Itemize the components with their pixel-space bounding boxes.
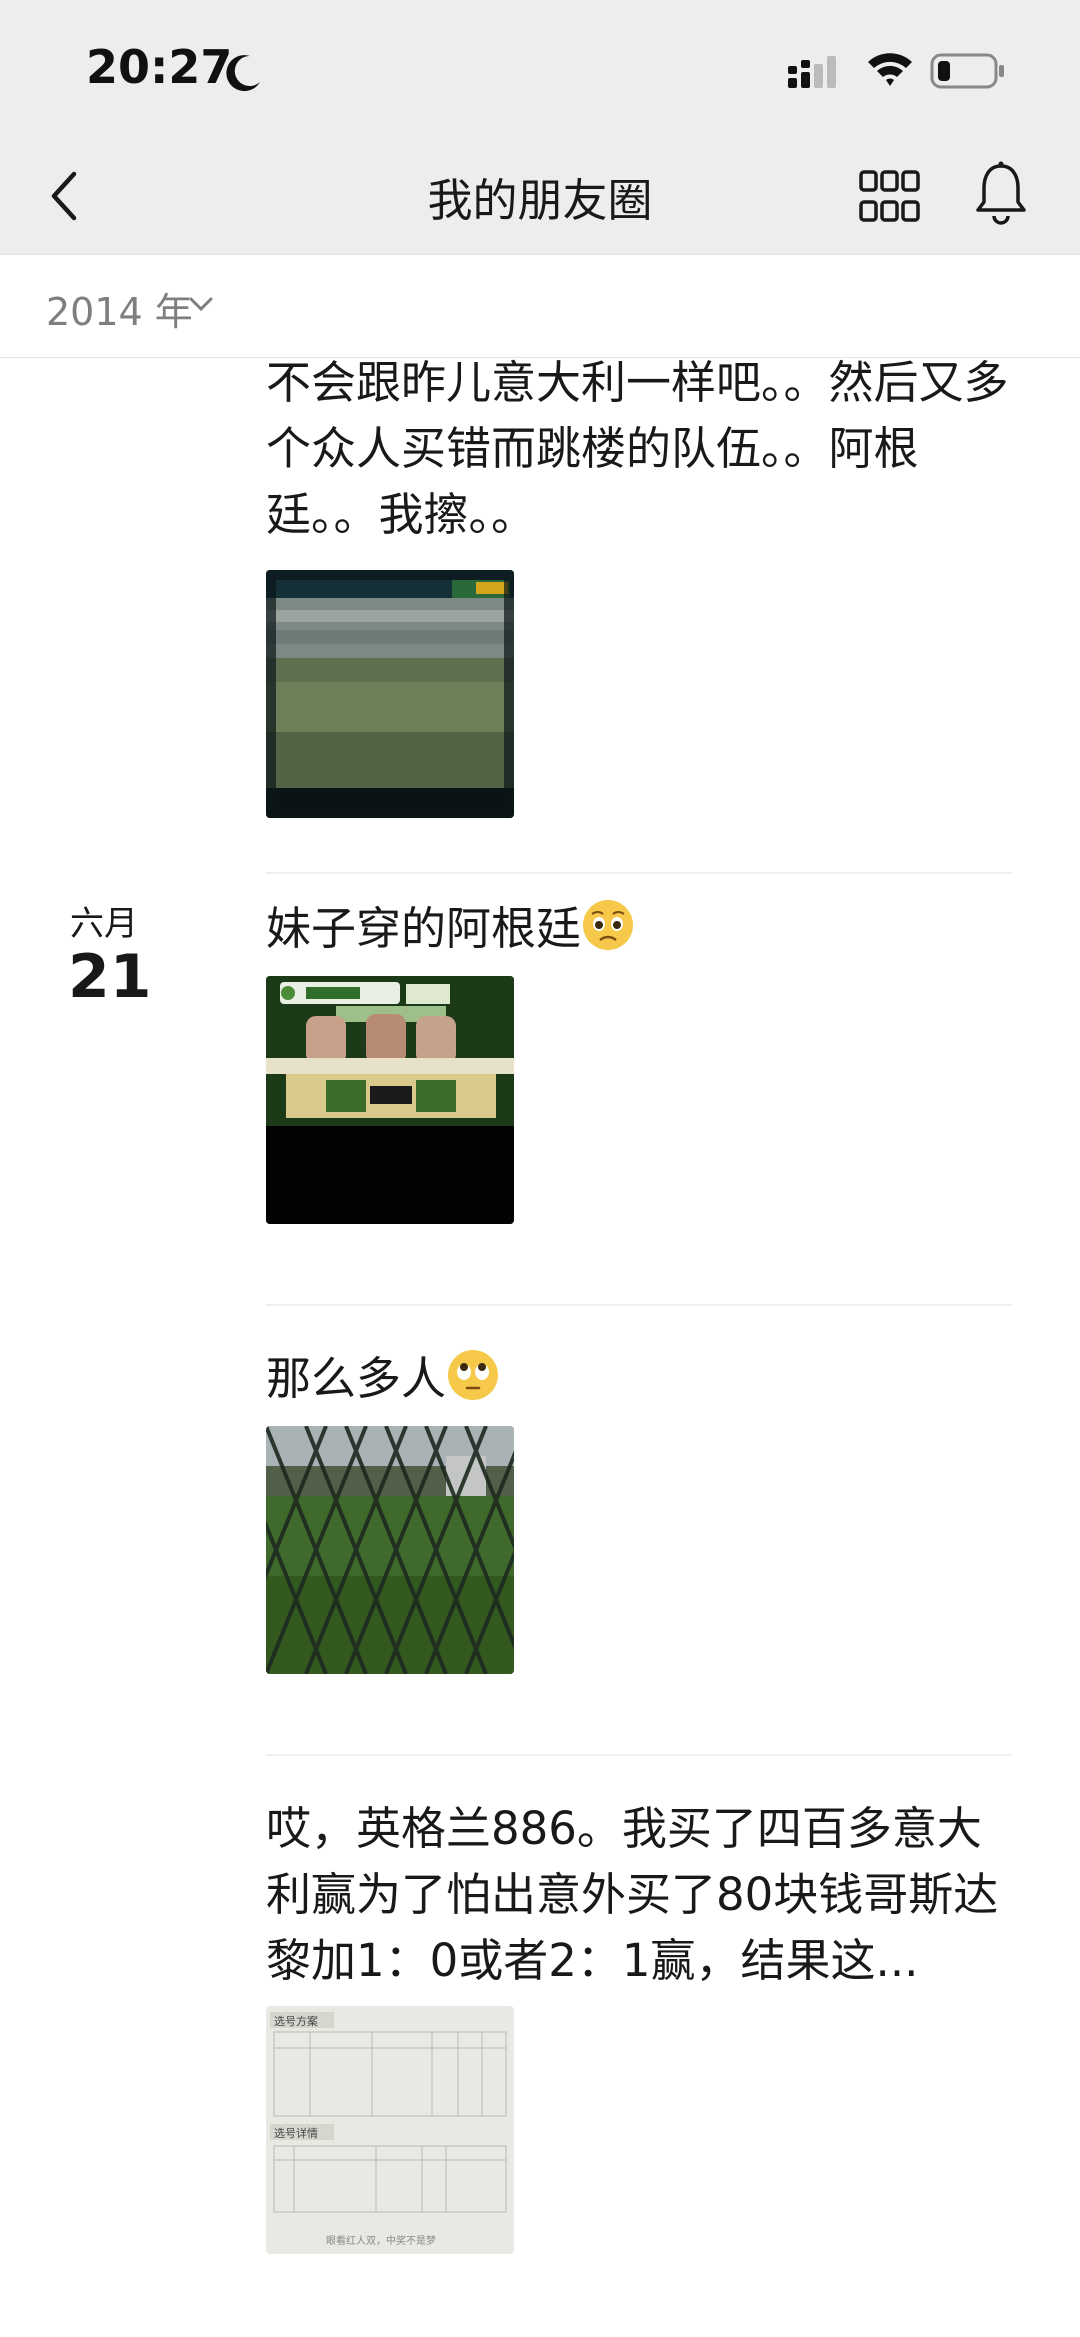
date-day: 21	[68, 942, 152, 1012]
post-text: 那么多人	[266, 1346, 1016, 1412]
post-text: 不会跟昨儿意大利一样吧。。然后又多个众人买错而跳楼的队伍。。阿根廷。。我擦。。	[266, 356, 1009, 541]
post-image[interactable]	[266, 570, 514, 818]
moon-icon	[226, 55, 260, 92]
fence-football-field-image	[266, 1426, 514, 1674]
bell-icon[interactable]	[974, 160, 1028, 226]
tv-broadcast-image	[266, 976, 514, 1224]
chevron-down-icon	[189, 297, 213, 312]
wifi-icon	[868, 53, 912, 86]
nav-bar: 我的朋友圈	[0, 140, 1080, 254]
post-image[interactable]	[266, 976, 514, 1224]
year-label: 2014 年	[46, 290, 193, 334]
ticket-section2: 选号详情	[274, 2126, 318, 2140]
cellular-signal-icon	[788, 56, 836, 88]
post-text: 妹子穿的阿根廷	[266, 896, 1016, 962]
rolling-eyes-face-icon	[448, 1350, 499, 1400]
pleading-face-icon	[583, 900, 634, 950]
status-bar: 20:27	[0, 0, 1080, 140]
post-image[interactable]: 选号方案 选号详情 眼看红人双，中奖不是梦	[266, 2006, 514, 2254]
post-text: 哎，英格兰886。我买了四百多意大利赢为了怕出意外买了80块钱哥斯达黎加1：0或…	[266, 1802, 999, 1987]
football-stadium-image	[266, 570, 514, 818]
post-text-label: 妹子穿的阿根廷	[266, 902, 582, 955]
grid-view-icon[interactable]	[858, 168, 922, 226]
date-month: 六月	[70, 904, 138, 944]
status-time: 20:27	[86, 40, 233, 94]
ticket-section1: 选号方案	[274, 2014, 318, 2028]
post-image[interactable]	[266, 1426, 514, 1674]
divider	[266, 1304, 1012, 1306]
post-text-label: 那么多人	[266, 1352, 447, 1405]
divider	[266, 872, 1012, 874]
ticket-footer: 眼看红人双，中奖不是梦	[326, 2234, 436, 2247]
year-filter[interactable]: 2014 年	[0, 254, 1080, 358]
divider	[266, 1754, 1012, 1756]
lottery-ticket-image: 选号方案 选号详情 眼看红人双，中奖不是梦	[266, 2006, 514, 2254]
moments-feed: 不会跟昨儿意大利一样吧。。然后又多个众人买错而跳楼的队伍。。阿根廷。。我擦。。 …	[0, 356, 1080, 2337]
battery-icon	[930, 53, 1004, 89]
